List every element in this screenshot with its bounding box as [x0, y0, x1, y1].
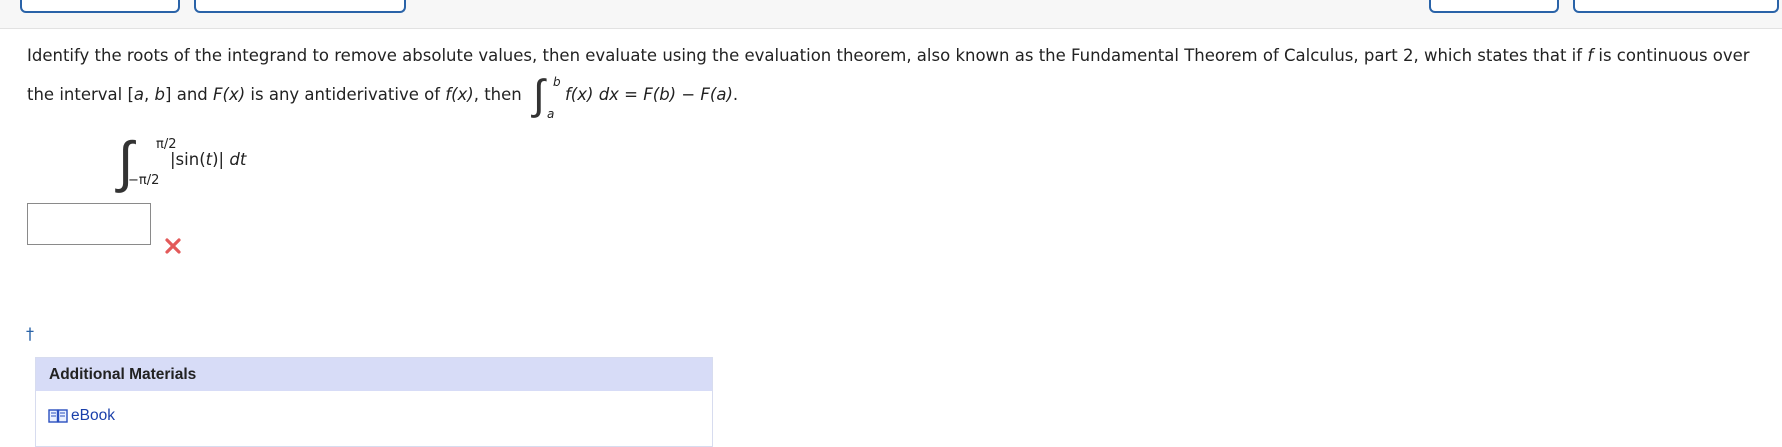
math-expr: f(x) dx [565, 85, 619, 104]
integral-upper-bound: b [553, 74, 561, 89]
book-icon [48, 409, 68, 423]
integrand-part: )| [212, 150, 225, 169]
answer-input[interactable] [27, 203, 151, 245]
math-expr: f(x) [445, 85, 474, 104]
footnote-dagger[interactable]: † [26, 324, 34, 343]
integrand-part: |sin( [170, 150, 206, 169]
question-part: is any antiderivative of [245, 85, 446, 104]
toolbar-button-4[interactable] [1573, 0, 1779, 13]
question-part: Identify the roots of the integrand to r… [27, 46, 1588, 65]
question-text: Identify the roots of the integrand to r… [27, 36, 1772, 121]
close-icon [165, 238, 181, 254]
additional-materials-title: Additional Materials [36, 358, 712, 391]
math-var: a [133, 85, 145, 104]
math-expr: F(b) − F(a) [643, 85, 733, 104]
problem-integral: ∫ π/2 −π/2 |sin(t)| dt [118, 130, 338, 195]
ebook-link[interactable]: eBook [48, 407, 115, 425]
toolbar-button-3[interactable] [1429, 0, 1559, 13]
question-part: = [618, 85, 644, 104]
toolbar-button-2[interactable] [194, 0, 406, 13]
question-part: . [732, 85, 739, 104]
differential: dt [229, 150, 247, 169]
inline-integral: ∫ b a [527, 70, 565, 121]
question-part: ] and [165, 85, 214, 104]
integral-lower-limit: −π/2 [128, 173, 160, 188]
toolbar-button-1[interactable] [20, 0, 180, 13]
question-part: , [144, 85, 155, 104]
math-var: b [154, 85, 166, 104]
integrand: |sin(t)| dt [170, 150, 246, 170]
math-expr: F(x) [213, 85, 246, 104]
question-part: , then [473, 85, 527, 104]
integral-sign: ∫ [533, 69, 545, 119]
top-toolbar [0, 0, 1782, 29]
ebook-label: eBook [71, 407, 115, 424]
integral-lower-bound: a [547, 106, 555, 121]
additional-materials-panel: Additional Materials eBook [35, 357, 713, 447]
